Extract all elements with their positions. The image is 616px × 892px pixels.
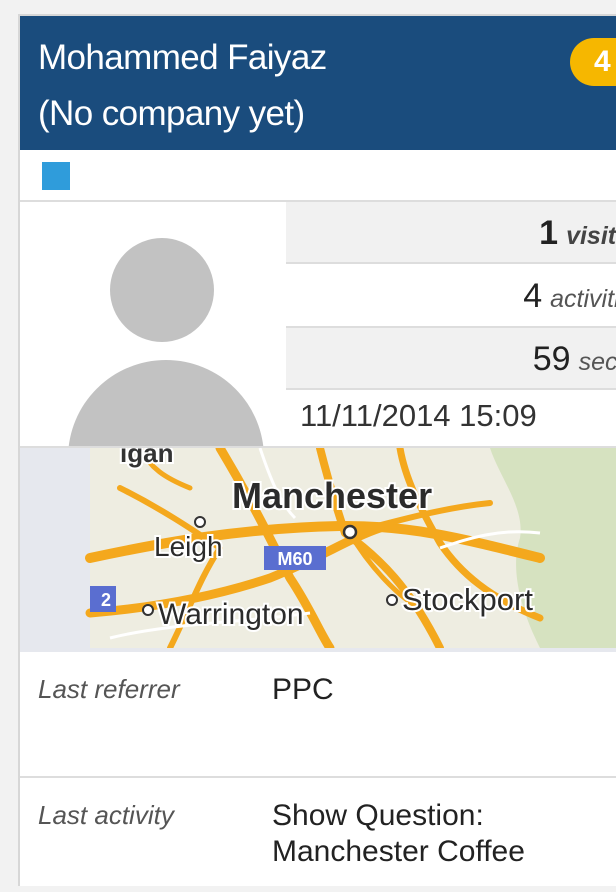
map-margin [20, 448, 90, 648]
last-visit-timestamp: 11/11/2014 15:09 [300, 398, 537, 433]
activities-unit: activities [550, 285, 616, 313]
map-label-stockport: Stockport [402, 582, 533, 617]
last-activity-row: Last activity Show Question: Manchester … [20, 778, 616, 886]
map-label-warrington: Warrington [158, 598, 304, 631]
stat-visits: 1visits [286, 202, 616, 264]
tag-row [20, 150, 616, 202]
map-label-wigan: igan [120, 448, 173, 468]
last-referrer-row: Last referrer PPC [20, 652, 616, 778]
map-marker-leigh [194, 516, 206, 528]
visits-unit: visits [566, 222, 616, 250]
map-graphic: M60 2 igan Manchester Leigh Warrington S… [20, 448, 616, 648]
visitor-summary: 1visits 4activities 59secs 11/11/2014 15… [20, 202, 616, 446]
last-activity-value-line2: Manchester Coffee [272, 835, 525, 868]
tag-square-icon[interactable] [42, 162, 70, 190]
time-unit: secs [578, 348, 616, 376]
map-marker-manchester [342, 524, 358, 540]
location-map[interactable]: M60 2 igan Manchester Leigh Warrington S… [20, 446, 616, 654]
card-header: Mohammed Faiyaz (No company yet) 4 [20, 16, 616, 150]
last-activity-value-line1: Show Question: [272, 799, 484, 832]
stat-time-on-site: 59secs [286, 328, 616, 390]
visitor-company: (No company yet) [38, 94, 305, 133]
score-badge: 4 [570, 38, 616, 86]
last-activity-value[interactable]: Show Question: Manchester Coffee [272, 798, 525, 870]
map-marker-stockport [386, 594, 398, 606]
avatar-head-icon [110, 238, 214, 342]
map-label-manchester: Manchester [232, 475, 432, 516]
map-label-leigh: Leigh [154, 531, 223, 562]
last-activity-label: Last activity [38, 800, 174, 830]
time-count: 59 [532, 340, 571, 378]
visits-count: 1 [539, 214, 559, 252]
visitor-card: Mohammed Faiyaz (No company yet) 4 1 visi… [18, 14, 616, 886]
avatar-body-icon [68, 360, 264, 446]
last-referrer-label: Last referrer [38, 674, 180, 704]
map-shield-m60-label: M60 [277, 549, 312, 569]
last-referrer-value: PPC [272, 673, 334, 706]
map-shield-m62-label: 2 [101, 590, 111, 610]
map-marker-warrington [142, 604, 154, 616]
visitor-name[interactable]: Mohammed Faiyaz [38, 38, 327, 78]
avatar [20, 202, 286, 446]
activities-count: 4 [523, 277, 543, 315]
stat-activities: 4activities [286, 264, 616, 328]
